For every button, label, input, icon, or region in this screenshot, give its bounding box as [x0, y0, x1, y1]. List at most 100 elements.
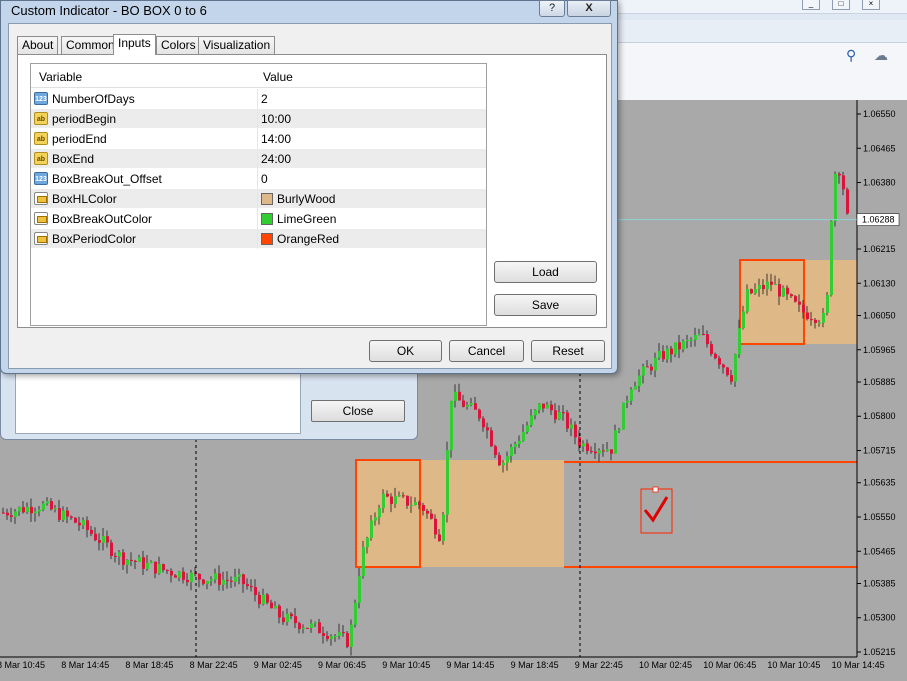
column-separator — [257, 229, 258, 249]
bear-candle — [182, 571, 185, 580]
variable-value[interactable]: OrangeRed — [277, 232, 339, 246]
bull-candle — [470, 403, 473, 406]
variable-value[interactable]: LimeGreen — [277, 212, 336, 226]
tab-colors[interactable]: Colors — [156, 36, 201, 54]
price-tick-label: 1.06050 — [863, 310, 896, 320]
bull-candle — [46, 501, 49, 504]
input-row[interactable]: BoxBreakOutColor LimeGreen — [31, 209, 486, 229]
price-tick-label: 1.05885 — [863, 377, 896, 387]
input-row[interactable]: 123 BoxBreakOut_Offset 0 — [31, 169, 486, 189]
help-button[interactable]: ? — [539, 0, 565, 17]
bull-candle — [830, 221, 833, 296]
chat-icon[interactable]: ☁ — [874, 47, 888, 64]
time-tick-label: 8 Mar 14:45 — [61, 660, 109, 670]
bull-candle — [570, 424, 573, 429]
save-button[interactable]: Save — [494, 294, 597, 316]
bull-candle — [686, 339, 689, 342]
bear-candle — [762, 284, 765, 290]
bear-candle — [226, 579, 229, 581]
bear-candle — [110, 542, 113, 556]
grid-header: Variable Value — [31, 64, 486, 88]
dialog-close-button[interactable]: X — [567, 0, 611, 17]
bull-candle — [234, 576, 237, 582]
reset-button[interactable]: Reset — [531, 340, 605, 362]
input-row[interactable]: ab periodEnd 14:00 — [31, 129, 486, 149]
tab-visualization[interactable]: Visualization — [198, 36, 276, 54]
bear-candle — [722, 364, 725, 368]
bear-candle — [170, 570, 173, 576]
bull-candle — [378, 508, 381, 518]
bear-candle — [134, 560, 137, 562]
header-value[interactable]: Value — [263, 70, 293, 84]
bear-candle — [390, 496, 393, 504]
bull-candle — [734, 354, 737, 382]
bear-candle — [422, 505, 425, 511]
close-button[interactable]: Close — [311, 400, 405, 422]
input-row[interactable]: BoxHLColor BurlyWood — [31, 189, 486, 209]
variable-value[interactable]: 10:00 — [261, 112, 291, 126]
color-swatch[interactable] — [261, 193, 273, 205]
bear-candle — [254, 587, 257, 595]
variable-value[interactable]: 0 — [261, 172, 268, 186]
minimize-button[interactable]: _ — [802, 0, 820, 10]
background-list[interactable] — [15, 372, 301, 434]
bull-candle — [534, 410, 537, 416]
bear-candle — [706, 334, 709, 345]
variable-name: BoxBreakOut_Offset — [52, 172, 162, 186]
bear-candle — [318, 622, 321, 634]
inputs-grid[interactable]: Variable Value 123 NumberOfDays 2 ab periodB… — [30, 63, 487, 326]
variable-value[interactable]: 14:00 — [261, 132, 291, 146]
bull-candle — [82, 520, 85, 526]
bull-candle — [238, 574, 241, 577]
input-row[interactable]: ab BoxEnd 24:00 — [31, 149, 486, 169]
bear-candle — [770, 281, 773, 285]
bear-candle — [74, 517, 77, 523]
time-tick-label: 9 Mar 02:45 — [254, 660, 302, 670]
variable-value[interactable]: BurlyWood — [277, 192, 335, 206]
variable-value[interactable]: 2 — [261, 92, 268, 106]
bear-candle — [346, 633, 349, 647]
bull-candle — [626, 400, 629, 403]
bear-candle — [6, 512, 9, 516]
close-window-button[interactable]: × — [862, 0, 880, 10]
dialog-body: About Common Inputs Colors Visualization… — [8, 23, 612, 369]
input-row[interactable]: ab periodBegin 10:00 — [31, 109, 486, 129]
tab-inputs[interactable]: Inputs — [113, 34, 156, 55]
ok-button[interactable]: OK — [369, 340, 442, 362]
tab-about[interactable]: About — [17, 36, 59, 54]
input-row[interactable]: BoxPeriodColor OrangeRed — [31, 229, 486, 249]
bear-candle — [322, 633, 325, 636]
variable-value[interactable]: 24:00 — [261, 152, 291, 166]
variable-name: periodBegin — [52, 112, 117, 126]
color-icon — [34, 192, 48, 205]
bear-candle — [230, 580, 233, 582]
header-variable[interactable]: Variable — [39, 70, 82, 84]
bear-candle — [714, 354, 717, 359]
bear-candle — [10, 515, 13, 517]
tab-common[interactable]: Common — [61, 36, 120, 54]
price-tick-label: 1.06380 — [863, 178, 896, 188]
bull-candle — [618, 429, 621, 431]
bull-candle — [14, 511, 17, 517]
bear-candle — [478, 409, 481, 419]
load-button[interactable]: Load — [494, 261, 597, 283]
bear-candle — [418, 502, 421, 506]
color-swatch[interactable] — [261, 233, 273, 245]
bull-candle — [42, 503, 45, 510]
cancel-button[interactable]: Cancel — [449, 340, 524, 362]
search-icon[interactable]: ⚲ — [846, 47, 856, 64]
bull-candle — [690, 339, 693, 341]
input-row[interactable]: 123 NumberOfDays 2 — [31, 89, 486, 109]
bull-candle — [330, 636, 333, 640]
bear-candle — [106, 536, 109, 543]
bear-candle — [30, 506, 33, 514]
bear-candle — [802, 304, 805, 313]
color-swatch[interactable] — [261, 213, 273, 225]
variable-name: periodEnd — [52, 132, 107, 146]
time-tick-label: 8 Mar 10:45 — [0, 660, 45, 670]
bull-candle — [118, 552, 121, 557]
maximize-button[interactable]: □ — [832, 0, 850, 10]
mdi-caption-bar: _ □ × — [618, 0, 907, 14]
bear-candle — [282, 617, 285, 623]
dialog-titlebar[interactable]: Custom Indicator - BO BOX 0 to 6 ? X — [1, 0, 617, 23]
